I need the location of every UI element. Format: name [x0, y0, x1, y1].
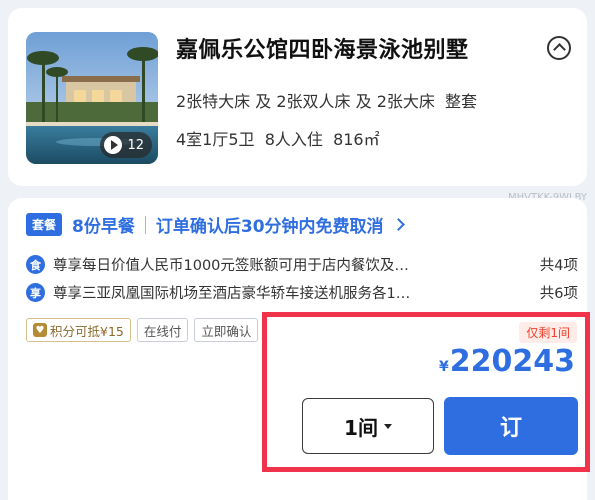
feature-chips: ♥ 积分可抵¥15 在线付 立即确认: [26, 318, 259, 342]
benefit-count: 共4项: [539, 258, 578, 274]
play-icon: [104, 136, 123, 154]
benefit-item[interactable]: 食 尊享每日价值人民币1000元签账额可用于店内餐饮及… 共4项: [26, 254, 578, 275]
stock-badge: 仅剩1间: [519, 322, 577, 343]
room-details: 4室1厅5卫 8人入住 816㎡: [176, 130, 380, 149]
points-chip: ♥ 积分可抵¥15: [26, 318, 131, 342]
divider: [144, 215, 146, 234]
chevron-up-circle-icon[interactable]: [547, 36, 571, 60]
price: ¥ 220243: [439, 344, 575, 379]
price-value: 220243: [449, 344, 575, 379]
photo-count-badge[interactable]: 12: [100, 132, 152, 158]
room-quantity-select[interactable]: 1间: [302, 398, 434, 454]
chevron-right-icon: [391, 218, 405, 231]
package-tag: 套餐: [26, 213, 63, 236]
price-currency: ¥: [439, 359, 449, 375]
benefit-text: 尊享三亚凤凰国际机场至酒店豪华轿车接送机服务各1…: [53, 286, 411, 302]
caret-down-icon: [383, 423, 392, 429]
breakfast-label: 8份早餐: [72, 217, 135, 237]
room-title: 嘉佩乐公馆四卧海景泳池别墅: [176, 38, 469, 63]
dining-icon: 食: [26, 255, 45, 274]
cancellation-policy: 订单确认后30分钟内免费取消: [155, 217, 384, 237]
instant-confirm-chip: 立即确认: [194, 318, 259, 342]
quantity-label: 1间: [344, 415, 378, 440]
book-button[interactable]: 订: [444, 397, 578, 455]
online-pay-chip: 在线付: [136, 318, 189, 342]
privilege-icon: 享: [26, 283, 45, 302]
points-label: 积分可抵¥15: [50, 323, 124, 339]
benefit-count: 共6项: [539, 286, 578, 302]
room-card[interactable]: 12 嘉佩乐公馆四卧海景泳池别墅 2张特大床 及 2张双人床 及 2张大床 整套…: [8, 8, 587, 186]
bed-info: 2张特大床 及 2张双人床 及 2张大床 整套: [176, 92, 478, 111]
heart-icon: ♥: [33, 323, 47, 337]
room-thumbnail[interactable]: 12: [26, 32, 158, 164]
benefit-item[interactable]: 享 尊享三亚凤凰国际机场至酒店豪华轿车接送机服务各1… 共6项: [26, 282, 578, 303]
photo-count: 12: [127, 137, 144, 153]
package-summary[interactable]: 套餐 8份早餐 订单确认后30分钟内免费取消: [26, 212, 405, 237]
benefit-text: 尊享每日价值人民币1000元签账额可用于店内餐饮及…: [53, 258, 409, 274]
